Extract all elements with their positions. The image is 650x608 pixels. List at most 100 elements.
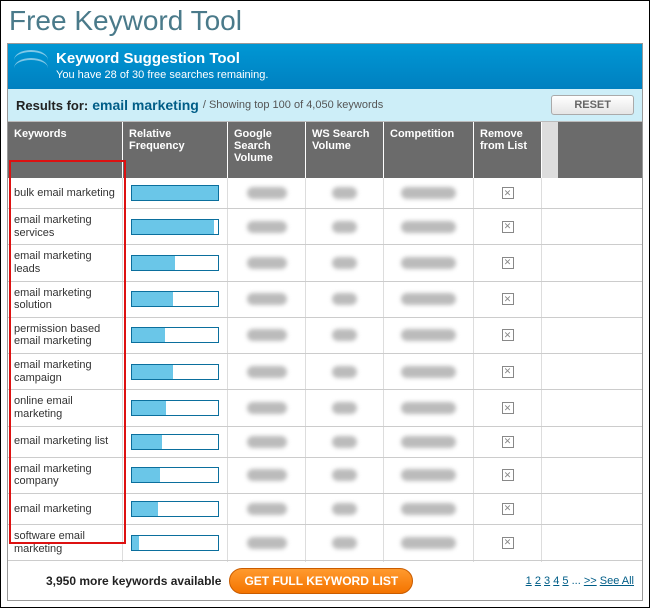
remove-icon[interactable]: ✕	[502, 469, 514, 481]
ws-volume-cell	[306, 427, 384, 457]
table-row: email marketing ✕	[8, 494, 642, 525]
remove-cell: ✕	[474, 427, 542, 457]
google-volume-cell	[228, 354, 306, 389]
competition-cell	[384, 209, 474, 244]
col-google[interactable]: Google Search Volume	[228, 122, 306, 178]
google-volume-cell	[228, 458, 306, 493]
ws-volume-cell	[306, 494, 384, 524]
page-5[interactable]: 5	[562, 575, 568, 587]
keyword-cell: online email marketing	[8, 390, 123, 425]
frequency-cell	[123, 458, 228, 493]
frequency-cell	[123, 178, 228, 208]
remove-cell: ✕	[474, 245, 542, 280]
remove-cell: ✕	[474, 561, 542, 562]
frequency-cell	[123, 561, 228, 562]
page-3[interactable]: 3	[544, 575, 550, 587]
remove-icon[interactable]: ✕	[502, 537, 514, 549]
competition-cell	[384, 525, 474, 560]
remove-icon[interactable]: ✕	[502, 187, 514, 199]
table-row: email marketing campaign✕	[8, 354, 642, 390]
frequency-cell	[123, 427, 228, 457]
get-full-list-button[interactable]: GET FULL KEYWORD LIST	[229, 568, 413, 594]
remove-icon[interactable]: ✕	[502, 329, 514, 341]
competition-cell	[384, 390, 474, 425]
table-row: email marketing services ✕	[8, 209, 642, 245]
wave-icon	[14, 50, 48, 76]
results-sub: / Showing top 100 of 4,050 keywords	[203, 99, 383, 111]
frequency-cell	[123, 494, 228, 524]
results-bar: Results for: email marketing / Showing t…	[8, 89, 642, 122]
google-volume-cell	[228, 561, 306, 562]
keyword-cell: email marketing solution	[8, 282, 123, 317]
ws-volume-cell	[306, 282, 384, 317]
ws-volume-cell	[306, 525, 384, 560]
keyword-cell: email marketing list	[8, 427, 123, 457]
competition-cell	[384, 245, 474, 280]
remove-icon[interactable]: ✕	[502, 257, 514, 269]
competition-cell	[384, 282, 474, 317]
results-term: email marketing	[92, 97, 199, 113]
google-volume-cell	[228, 209, 306, 244]
competition-cell	[384, 494, 474, 524]
ws-volume-cell	[306, 390, 384, 425]
table-row: email marketing list ✕	[8, 427, 642, 458]
table-row: email marketing leads✕	[8, 245, 642, 281]
remove-cell: ✕	[474, 318, 542, 353]
col-ws[interactable]: WS Search Volume	[306, 122, 384, 178]
table-row: targeted email marketing ✕	[8, 561, 642, 562]
remove-icon[interactable]: ✕	[502, 436, 514, 448]
google-volume-cell	[228, 390, 306, 425]
ws-volume-cell	[306, 318, 384, 353]
remove-icon[interactable]: ✕	[502, 293, 514, 305]
competition-cell	[384, 458, 474, 493]
frequency-cell	[123, 390, 228, 425]
page-title: Free Keyword Tool	[1, 1, 649, 43]
table-row: online email marketing ✕	[8, 390, 642, 426]
page-2[interactable]: 2	[535, 575, 541, 587]
ws-volume-cell	[306, 561, 384, 562]
keyword-cell: email marketing	[8, 494, 123, 524]
keyword-cell: email marketing services	[8, 209, 123, 244]
remove-cell: ✕	[474, 282, 542, 317]
table-row: bulk email marketing ✕	[8, 178, 642, 209]
google-volume-cell	[228, 494, 306, 524]
keyword-cell: software email marketing	[8, 525, 123, 560]
frequency-cell	[123, 245, 228, 280]
reset-button[interactable]: RESET	[551, 95, 634, 115]
keyword-cell: targeted email marketing	[8, 561, 123, 562]
tool-header-sub: You have 28 of 30 free searches remainin…	[56, 69, 634, 81]
table-row: permission based email marketing ✕	[8, 318, 642, 354]
col-keywords[interactable]: Keywords	[8, 122, 123, 178]
remove-icon[interactable]: ✕	[502, 503, 514, 515]
keyword-cell: permission based email marketing	[8, 318, 123, 353]
see-all-link[interactable]: See All	[600, 575, 634, 587]
page-1[interactable]: 1	[526, 575, 532, 587]
results-grid: Keywords Relative Frequency Google Searc…	[8, 122, 642, 562]
keyword-cell: bulk email marketing	[8, 178, 123, 208]
col-competition[interactable]: Competition	[384, 122, 474, 178]
page-ellipsis: ...	[572, 575, 584, 587]
frequency-cell	[123, 209, 228, 244]
frequency-cell	[123, 525, 228, 560]
remove-icon[interactable]: ✕	[502, 366, 514, 378]
google-volume-cell	[228, 318, 306, 353]
col-frequency[interactable]: Relative Frequency	[123, 122, 228, 178]
competition-cell	[384, 561, 474, 562]
ws-volume-cell	[306, 458, 384, 493]
page-next[interactable]: >>	[584, 575, 597, 587]
ws-volume-cell	[306, 354, 384, 389]
results-label: Results for:	[16, 98, 88, 113]
competition-cell	[384, 318, 474, 353]
ws-volume-cell	[306, 178, 384, 208]
frequency-cell	[123, 282, 228, 317]
col-remove[interactable]: Remove from List	[474, 122, 542, 178]
page-4[interactable]: 4	[553, 575, 559, 587]
tool-header: Keyword Suggestion Tool You have 28 of 3…	[8, 44, 642, 89]
remove-icon[interactable]: ✕	[502, 221, 514, 233]
tool-header-title: Keyword Suggestion Tool	[56, 50, 634, 67]
google-volume-cell	[228, 282, 306, 317]
ws-volume-cell	[306, 245, 384, 280]
more-keywords-text: 3,950 more keywords available	[46, 574, 221, 588]
table-row: email marketing solution ✕	[8, 282, 642, 318]
remove-icon[interactable]: ✕	[502, 402, 514, 414]
